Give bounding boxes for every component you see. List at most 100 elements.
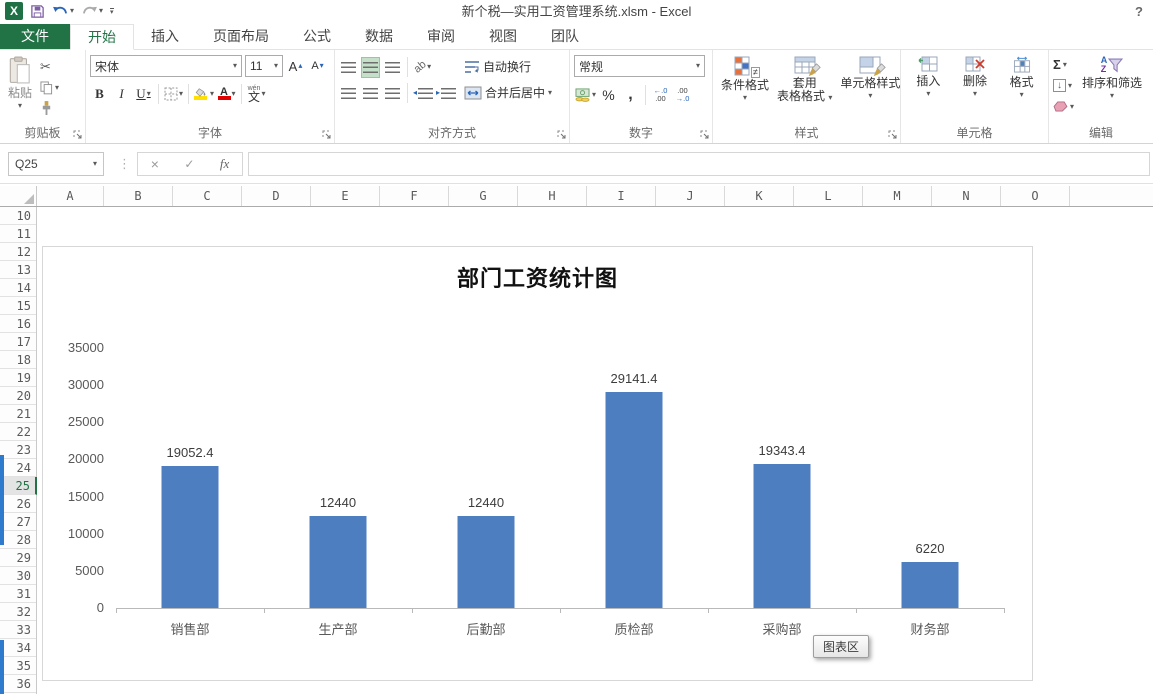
percent-style-button[interactable]: %	[599, 84, 618, 105]
delete-cells-button[interactable]: 删除 ▾	[959, 55, 991, 100]
tab-data[interactable]: 数据	[348, 24, 410, 49]
paste-button[interactable]: 粘贴 ▾	[4, 55, 36, 118]
row-header-17[interactable]: 17	[0, 333, 36, 351]
row-header-24[interactable]: 24	[0, 459, 36, 477]
align-center-button[interactable]	[361, 83, 380, 104]
wrap-text-button[interactable]: 自动换行	[464, 55, 552, 79]
format-as-table-button[interactable]: 套用 表格格式 ▾	[773, 55, 836, 104]
column-header-C[interactable]: C	[173, 186, 242, 206]
row-header-16[interactable]: 16	[0, 315, 36, 333]
dialog-launcher-icon[interactable]	[322, 130, 332, 140]
help-icon[interactable]: ?	[1135, 4, 1143, 19]
save-button[interactable]	[30, 4, 45, 19]
row-header-18[interactable]: 18	[0, 351, 36, 369]
select-all-corner[interactable]	[0, 186, 37, 206]
align-top-button[interactable]	[339, 57, 358, 78]
dialog-launcher-icon[interactable]	[557, 130, 567, 140]
chart-bar[interactable]	[902, 562, 959, 608]
row-header-30[interactable]: 30	[0, 567, 36, 585]
cancel-button[interactable]: ×	[151, 156, 159, 172]
row-header-27[interactable]: 27	[0, 513, 36, 531]
cell-styles-button[interactable]: 单元格样式 ▾	[836, 55, 904, 104]
increase-decimal-button[interactable]: ←.0.00	[651, 84, 670, 105]
column-header-D[interactable]: D	[242, 186, 311, 206]
font-color-button[interactable]: A▾	[217, 83, 236, 104]
row-header-10[interactable]: 10	[0, 207, 36, 225]
column-header-F[interactable]: F	[380, 186, 449, 206]
column-header-A[interactable]: A	[37, 186, 104, 206]
row-header-36[interactable]: 36	[0, 675, 36, 693]
autosum-button[interactable]: Σ▾	[1053, 55, 1074, 74]
row-header-20[interactable]: 20	[0, 387, 36, 405]
align-bottom-button[interactable]	[383, 57, 402, 78]
column-header-M[interactable]: M	[863, 186, 932, 206]
tab-team[interactable]: 团队	[534, 24, 596, 49]
row-header-29[interactable]: 29	[0, 549, 36, 567]
row-header-32[interactable]: 32	[0, 603, 36, 621]
column-header-K[interactable]: K	[725, 186, 794, 206]
column-header-O[interactable]: O	[1001, 186, 1070, 206]
dialog-launcher-icon[interactable]	[700, 130, 710, 140]
column-header-H[interactable]: H	[518, 186, 587, 206]
row-header-11[interactable]: 11	[0, 225, 36, 243]
redo-button[interactable]: ▾	[81, 5, 103, 18]
customize-qat-button[interactable]: ▾	[110, 8, 114, 15]
excel-logo-icon[interactable]: X	[5, 2, 23, 20]
tab-view[interactable]: 视图	[472, 24, 534, 49]
tab-file[interactable]: 文件	[0, 24, 70, 49]
tab-formulas[interactable]: 公式	[286, 24, 348, 49]
row-header-33[interactable]: 33	[0, 621, 36, 639]
underline-button[interactable]: U▾	[134, 83, 153, 104]
insert-function-button[interactable]: fx	[220, 156, 229, 172]
tab-review[interactable]: 审阅	[410, 24, 472, 49]
font-size-select[interactable]: 11▾	[245, 55, 283, 77]
chart-bar[interactable]	[458, 516, 515, 608]
column-header-I[interactable]: I	[587, 186, 656, 206]
copy-button[interactable]: ▾	[40, 78, 59, 97]
tab-page-layout[interactable]: 页面布局	[196, 24, 286, 49]
accounting-format-button[interactable]: ▾	[574, 84, 596, 105]
tab-insert[interactable]: 插入	[134, 24, 196, 49]
number-format-select[interactable]: 常规▾	[574, 55, 705, 77]
row-header-15[interactable]: 15	[0, 297, 36, 315]
row-header-34[interactable]: 34	[0, 639, 36, 657]
dialog-launcher-icon[interactable]	[73, 130, 83, 140]
row-header-22[interactable]: 22	[0, 423, 36, 441]
row-header-14[interactable]: 14	[0, 279, 36, 297]
row-header-25[interactable]: 25	[0, 477, 37, 495]
comma-style-button[interactable]: ,	[621, 84, 640, 105]
name-box[interactable]: Q25▾	[8, 152, 104, 176]
decrease-decimal-button[interactable]: .00→.0	[673, 84, 692, 105]
grow-font-button[interactable]: A▴	[286, 56, 305, 77]
format-cells-button[interactable]: 格式 ▾	[1006, 55, 1038, 100]
sheet-cells[interactable]: 部门工资统计图 35000300002500020000150001000050…	[37, 207, 1153, 694]
chart-bar[interactable]	[310, 516, 367, 608]
phonetic-guide-button[interactable]: wén文▾	[247, 83, 266, 104]
bold-button[interactable]: B	[90, 83, 109, 104]
align-left-button[interactable]	[339, 83, 358, 104]
column-header-E[interactable]: E	[311, 186, 380, 206]
enter-button[interactable]: ✓	[184, 157, 194, 171]
chart-bar[interactable]	[754, 464, 811, 608]
chart-bar[interactable]	[162, 466, 219, 608]
formula-input[interactable]	[248, 152, 1150, 176]
decrease-indent-button[interactable]: ◂	[413, 83, 433, 104]
chart-area[interactable]: 部门工资统计图 35000300002500020000150001000050…	[42, 246, 1033, 681]
font-name-select[interactable]: 宋体▾	[90, 55, 242, 77]
clear-button[interactable]: ▾	[1053, 97, 1074, 116]
shrink-font-button[interactable]: A▾	[308, 56, 327, 77]
conditional-formatting-button[interactable]: ≠ 条件格式 ▾	[717, 55, 773, 104]
column-header-J[interactable]: J	[656, 186, 725, 206]
row-header-26[interactable]: 26	[0, 495, 36, 513]
row-header-23[interactable]: 23	[0, 441, 36, 459]
format-painter-button[interactable]	[40, 99, 59, 118]
formula-bar-resize-handle[interactable]: ⋮	[118, 156, 131, 172]
row-header-35[interactable]: 35	[0, 657, 36, 675]
chart-bar[interactable]	[606, 392, 663, 608]
borders-button[interactable]: ▾	[164, 83, 183, 104]
row-header-21[interactable]: 21	[0, 405, 36, 423]
column-header-B[interactable]: B	[104, 186, 173, 206]
italic-button[interactable]: I	[112, 83, 131, 104]
tab-home[interactable]: 开始	[70, 24, 134, 50]
fill-color-button[interactable]: ▾	[194, 83, 214, 104]
